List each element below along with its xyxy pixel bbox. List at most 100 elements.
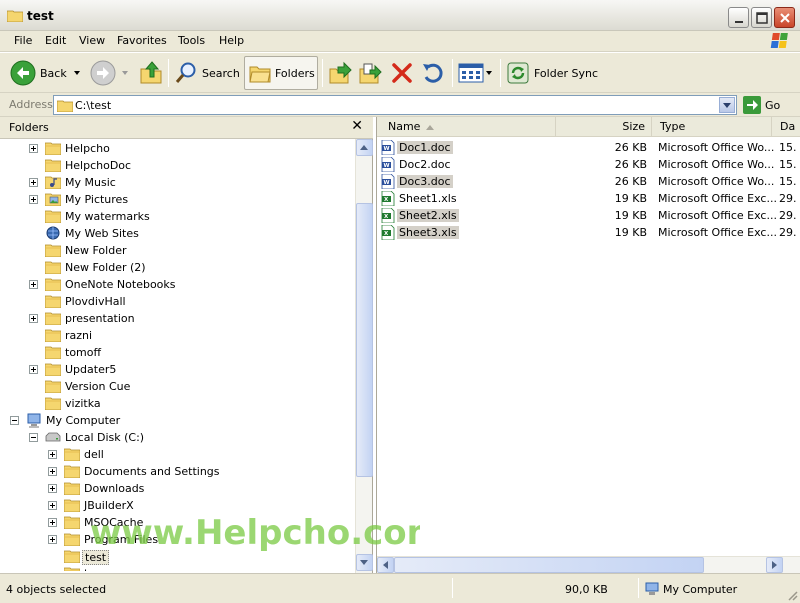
- tree-item-label: Program Files: [84, 533, 159, 546]
- scroll-left-button[interactable]: [377, 557, 394, 573]
- folder-icon: [44, 277, 62, 292]
- tree-item[interactable]: tomoff: [0, 344, 355, 361]
- file-row[interactable]: W Doc2.doc 26 KB Microsoft Office Wo... 15.: [377, 156, 800, 173]
- address-input[interactable]: C:\test: [53, 95, 737, 115]
- vertical-scrollbar[interactable]: [355, 139, 373, 573]
- column-header-type[interactable]: Type: [652, 117, 772, 137]
- tree-item[interactable]: vizitka: [0, 395, 355, 412]
- expand-plus-icon[interactable]: [29, 280, 38, 289]
- tree-item[interactable]: razni: [0, 327, 355, 344]
- scroll-down-button[interactable]: [356, 554, 373, 571]
- views-button[interactable]: [458, 56, 494, 90]
- column-header-date[interactable]: Da: [772, 117, 800, 137]
- tree-item[interactable]: Local Disk (C:): [0, 429, 355, 446]
- close-pane-icon[interactable]: ✕: [351, 118, 363, 134]
- tree-item-label: My watermarks: [65, 210, 150, 223]
- expand-plus-icon[interactable]: [29, 144, 38, 153]
- go-button[interactable]: Go: [743, 95, 780, 115]
- tree-item[interactable]: JBuilderX: [0, 497, 355, 514]
- tree-item[interactable]: My watermarks: [0, 208, 355, 225]
- expand-plus-icon[interactable]: [48, 535, 57, 544]
- column-header-size[interactable]: Size: [556, 117, 652, 137]
- maximize-button[interactable]: [751, 7, 772, 28]
- tree-item[interactable]: Documents and Settings: [0, 463, 355, 480]
- tree-item[interactable]: tmp: [0, 565, 355, 571]
- tree-item[interactable]: Updater5: [0, 361, 355, 378]
- scroll-up-button[interactable]: [356, 139, 373, 156]
- address-dropdown-button[interactable]: [719, 97, 735, 113]
- move-to-button[interactable]: [328, 56, 352, 90]
- tree-item[interactable]: Version Cue: [0, 378, 355, 395]
- folder-icon: [44, 141, 62, 156]
- column-header-name[interactable]: Name: [377, 117, 556, 137]
- collapse-minus-icon[interactable]: [29, 433, 38, 442]
- folder-sync-button[interactable]: Folder Sync: [506, 56, 598, 90]
- tree-item[interactable]: HelpchoDoc: [0, 157, 355, 174]
- copy-to-button[interactable]: [358, 56, 382, 90]
- expand-plus-icon[interactable]: [29, 178, 38, 187]
- tree-item[interactable]: dell: [0, 446, 355, 463]
- resize-grip-icon[interactable]: [786, 589, 798, 601]
- menu-favorites[interactable]: Favorites: [117, 34, 167, 47]
- search-button[interactable]: Search: [174, 56, 240, 90]
- folders-button[interactable]: Folders: [244, 56, 318, 90]
- file-row[interactable]: W Doc1.doc 26 KB Microsoft Office Wo... 15.: [377, 139, 800, 156]
- expand-plus-icon[interactable]: [29, 314, 38, 323]
- scroll-thumb[interactable]: [356, 203, 373, 477]
- tree-item[interactable]: OneNote Notebooks: [0, 276, 355, 293]
- up-folder-button[interactable]: [138, 56, 164, 90]
- expand-plus-icon[interactable]: [48, 467, 57, 476]
- menu-help[interactable]: Help: [219, 34, 244, 47]
- chevron-down-icon: [122, 71, 128, 75]
- tree-item[interactable]: PlovdivHall: [0, 293, 355, 310]
- file-row[interactable]: X Sheet1.xls 19 KB Microsoft Office Exc... 2…: [377, 190, 800, 207]
- menu-view[interactable]: View: [79, 34, 105, 47]
- tree-item[interactable]: Program Files: [0, 531, 355, 548]
- tree-item[interactable]: Helpcho: [0, 140, 355, 157]
- folder-icon: [44, 362, 62, 377]
- minimize-button[interactable]: [728, 7, 749, 28]
- tree-item[interactable]: My Pictures: [0, 191, 355, 208]
- horizontal-scroll-thumb[interactable]: [394, 557, 704, 573]
- file-date: 29.: [779, 226, 797, 239]
- expand-plus-icon[interactable]: [48, 518, 57, 527]
- tree-item[interactable]: MSOCache: [0, 514, 355, 531]
- tree-item-label: PlovdivHall: [65, 295, 126, 308]
- computer-icon: [26, 413, 42, 428]
- folder-tree: Helpcho HelpchoDoc My Music My Pictures My w…: [0, 139, 355, 571]
- chevron-down-icon: [486, 71, 492, 75]
- tree-item[interactable]: New Folder: [0, 242, 355, 259]
- search-label: Search: [202, 66, 240, 80]
- tree-item[interactable]: My Web Sites: [0, 225, 355, 242]
- collapse-minus-icon[interactable]: [10, 416, 19, 425]
- horizontal-scrollbar[interactable]: [377, 556, 800, 573]
- tree-item[interactable]: Downloads: [0, 480, 355, 497]
- menu-tools[interactable]: Tools: [178, 34, 205, 47]
- menu-edit[interactable]: Edit: [45, 34, 66, 47]
- tree-item-label: test: [82, 550, 110, 565]
- back-button[interactable]: Back: [10, 56, 83, 90]
- forward-button[interactable]: [90, 56, 131, 90]
- file-row[interactable]: X Sheet3.xls 19 KB Microsoft Office Exc... 2…: [377, 224, 800, 241]
- expand-plus-icon[interactable]: [29, 195, 38, 204]
- delete-button[interactable]: [390, 56, 414, 90]
- file-row[interactable]: W Doc3.doc 26 KB Microsoft Office Wo... 15.: [377, 173, 800, 190]
- column-name-label: Name: [388, 120, 421, 133]
- tree-item[interactable]: New Folder (2): [0, 259, 355, 276]
- file-row[interactable]: X Sheet2.xls 19 KB Microsoft Office Exc... 2…: [377, 207, 800, 224]
- tree-item[interactable]: My Music: [0, 174, 355, 191]
- tree-item[interactable]: My Computer: [0, 412, 355, 429]
- tree-item[interactable]: presentation: [0, 310, 355, 327]
- expand-plus-icon[interactable]: [48, 450, 57, 459]
- folder-icon: [63, 481, 81, 496]
- expand-plus-icon[interactable]: [29, 365, 38, 374]
- expand-plus-icon[interactable]: [48, 484, 57, 493]
- menu-file[interactable]: File: [14, 34, 32, 47]
- scroll-right-button[interactable]: [766, 557, 783, 573]
- tree-item[interactable]: test: [0, 548, 355, 565]
- undo-button[interactable]: [421, 56, 445, 90]
- close-button[interactable]: [774, 7, 795, 28]
- expand-plus-icon[interactable]: [48, 501, 57, 510]
- word-doc-icon: W: [381, 139, 395, 156]
- minimize-icon: [735, 21, 743, 23]
